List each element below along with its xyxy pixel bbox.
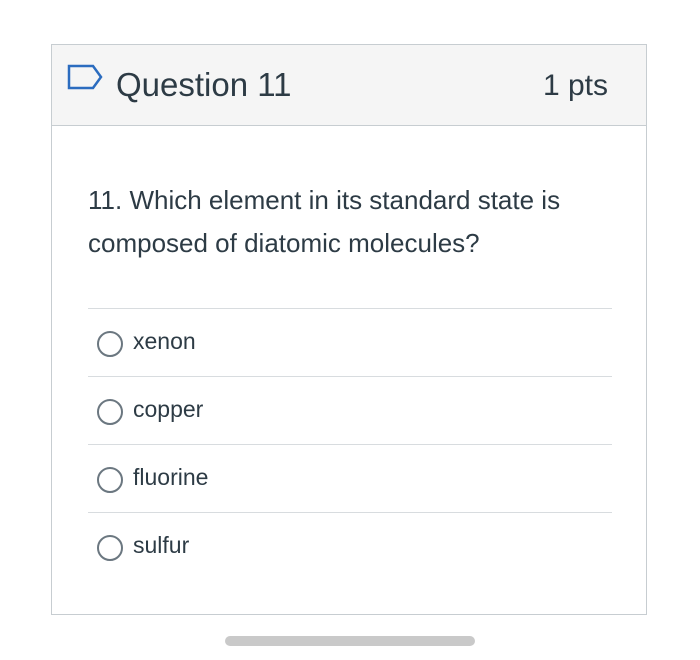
radio-button[interactable] [97,331,123,357]
question-title: Question 11 [116,66,292,103]
home-indicator-bar[interactable] [225,636,475,646]
question-header: Question 11 1 pts [52,45,646,126]
answer-option-copper[interactable]: copper [88,376,612,444]
answer-label[interactable]: fluorine [133,462,208,492]
radio-button[interactable] [97,467,123,493]
question-points: 1 pts [542,69,608,102]
answer-label[interactable]: sulfur [133,530,189,560]
question-card: Question 11 1 pts 11. Which element in i… [51,44,647,615]
answer-option-fluorine[interactable]: fluorine [88,444,612,512]
radio-button[interactable] [97,535,123,561]
answer-option-sulfur[interactable]: sulfur [88,512,612,580]
answer-label[interactable]: copper [133,394,203,424]
question-text: 11. Which element in its standard state … [88,185,561,258]
answer-option-xenon[interactable]: xenon [88,308,612,376]
answer-list: xenon copper fluorine sulfur [88,308,612,580]
flag-question-icon[interactable] [67,64,105,94]
answer-label[interactable]: xenon [133,326,196,356]
radio-button[interactable] [97,399,123,425]
